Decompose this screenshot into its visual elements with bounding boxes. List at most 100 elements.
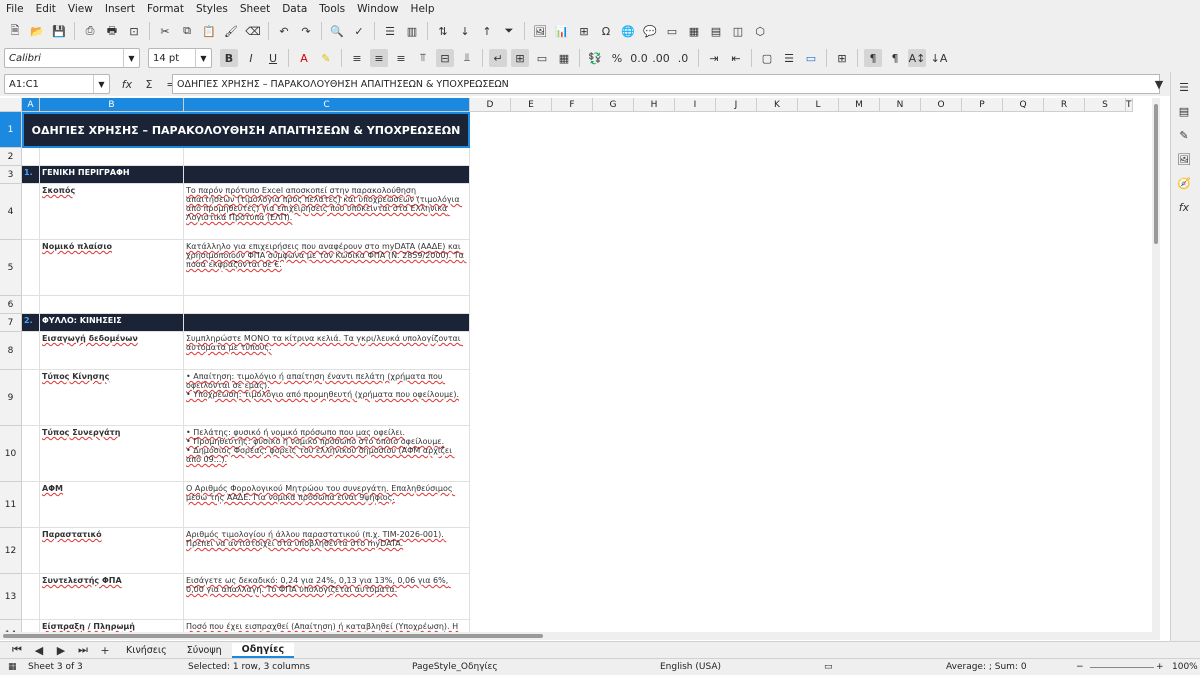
cut-icon[interactable]: ✂ (156, 22, 174, 40)
row-header[interactable]: 8 (0, 332, 22, 370)
menu-item[interactable]: View (68, 3, 93, 15)
row-header[interactable]: 10 (0, 426, 22, 482)
currency-icon[interactable]: 💱 (586, 49, 604, 67)
column-header[interactable]: A (22, 98, 40, 112)
indent-increase-icon[interactable]: ⇥ (705, 49, 723, 67)
add-sheet-icon[interactable]: + (96, 641, 114, 659)
cell-a[interactable] (22, 574, 40, 620)
cell-a[interactable] (22, 296, 40, 314)
menu-item[interactable]: Format (147, 3, 184, 15)
save-icon[interactable]: 💾 (50, 22, 68, 40)
cell-c[interactable]: Ο Αριθμός Φορολογικού Μητρώου του συνεργ… (184, 482, 470, 528)
cell-b[interactable] (40, 148, 184, 166)
cell-c[interactable] (184, 296, 470, 314)
add-decimal-icon[interactable]: .00 (652, 49, 670, 67)
column-header[interactable]: E (511, 98, 552, 112)
cell-b[interactable]: Σκοπός (40, 184, 184, 240)
redo-icon[interactable]: ↷ (297, 22, 315, 40)
column-header[interactable]: P (962, 98, 1003, 112)
cell-c[interactable]: Συμπληρώστε ΜΟΝΟ τα κίτρινα κελιά. Τα γκ… (184, 332, 470, 370)
cell-b[interactable]: ΑΦΜ (40, 482, 184, 528)
font-name-combo[interactable]: Calibri ▼ (4, 48, 140, 68)
row-header[interactable]: 7 (0, 314, 22, 332)
underline-icon[interactable]: U (264, 49, 282, 67)
row-header[interactable]: 2 (0, 148, 22, 166)
row-header[interactable]: 11 (0, 482, 22, 528)
split-icon[interactable]: ◫ (729, 22, 747, 40)
merge-center-icon[interactable]: ⊞ (511, 49, 529, 67)
cell-b[interactable] (40, 296, 184, 314)
menu-item[interactable]: Edit (36, 3, 56, 15)
row-icon[interactable]: ☰ (381, 22, 399, 40)
page-style[interactable]: PageStyle_Οδηγίες (412, 662, 498, 672)
zoom-in-icon[interactable]: + (1156, 662, 1164, 672)
highlight-icon[interactable]: ✎ (317, 49, 335, 67)
row-header[interactable]: 4 (0, 184, 22, 240)
cell-a[interactable] (22, 528, 40, 574)
align-left-icon[interactable]: ≡ (348, 49, 366, 67)
delete-decimal-icon[interactable]: .0 (674, 49, 692, 67)
cell-a[interactable] (22, 482, 40, 528)
image-icon[interactable]: 🖼 (531, 22, 549, 40)
column-header[interactable]: S (1085, 98, 1126, 112)
tab-synopsi[interactable]: Σύνοψη (177, 643, 232, 658)
column-header[interactable]: T (1126, 98, 1133, 112)
font-color-icon[interactable]: A (295, 49, 313, 67)
row-header[interactable]: 13 (0, 574, 22, 620)
cell-c[interactable]: Αριθμός τιμολογίου ή άλλου παραστατικού … (184, 528, 470, 574)
column-header[interactable]: I (675, 98, 716, 112)
cell-c[interactable]: Εισάγετε ως δεκαδικό: 0,24 για 24%, 0,13… (184, 574, 470, 620)
tab-odigies[interactable]: Οδηγίες (231, 642, 295, 658)
ltr-icon[interactable]: ¶ (864, 49, 882, 67)
functions-icon[interactable]: fx (1175, 198, 1193, 216)
cell-a[interactable] (22, 620, 40, 632)
styles-icon[interactable]: ✎ (1175, 126, 1193, 144)
column-header[interactable]: Q (1003, 98, 1044, 112)
column-header[interactable]: C (184, 98, 470, 112)
column-header[interactable]: F (552, 98, 593, 112)
cell-b[interactable]: Νομικό πλαίσιο (40, 240, 184, 296)
navigator-icon[interactable]: 🧭 (1175, 174, 1193, 192)
cell-b[interactable]: Εισαγωγή δεδομένων (40, 332, 184, 370)
column-header[interactable]: J (716, 98, 757, 112)
align-center-icon[interactable]: ≡ (370, 49, 388, 67)
show-draw-icon[interactable]: ⬡ (751, 22, 769, 40)
define-print-area-icon[interactable]: ▦ (685, 22, 703, 40)
spelling-icon[interactable]: ✓ (350, 22, 368, 40)
find-icon[interactable]: 🔍 (328, 22, 346, 40)
paste-icon[interactable]: 📋 (200, 22, 218, 40)
cell-b[interactable]: Παραστατικό (40, 528, 184, 574)
name-box[interactable]: A1:C1 ▼ (4, 74, 110, 94)
zoom-out-icon[interactable]: − (1076, 662, 1084, 672)
cell-c[interactable]: Ποσό που έχει εισπραχθεί (Απαίτηση) ή κα… (184, 620, 470, 632)
export-pdf-icon[interactable]: ⎙ (81, 22, 99, 40)
new-icon[interactable]: 🗎 (6, 22, 24, 40)
menu-item[interactable]: Sheet (240, 3, 270, 15)
open-icon[interactable]: 📂 (28, 22, 46, 40)
cell-c[interactable]: Κατάλληλο για επιχειρήσεις που αναφέρουν… (184, 240, 470, 296)
column-header[interactable]: R (1044, 98, 1085, 112)
italic-icon[interactable]: I (242, 49, 260, 67)
row-header[interactable]: 14 (0, 620, 22, 632)
chevron-down-icon[interactable]: ▼ (195, 49, 211, 67)
cell-b[interactable]: Είσπραξη / Πληρωμή (40, 620, 184, 632)
vertical-scrollbar[interactable] (1152, 98, 1160, 634)
sum-icon[interactable]: Σ (140, 75, 158, 93)
next-sheet-icon[interactable]: ▶ (52, 641, 70, 659)
text-vertical-icon[interactable]: A↕ (908, 49, 926, 67)
cell-c[interactable]: Το παρόν πρότυπο Excel αποσκοπεί στην πα… (184, 184, 470, 240)
prev-sheet-icon[interactable]: ◀ (30, 641, 48, 659)
border-style-icon[interactable]: ☰ (780, 49, 798, 67)
pivot-icon[interactable]: ⊞ (575, 22, 593, 40)
clone-icon[interactable]: 🖌 (222, 22, 240, 40)
sort-desc-icon[interactable]: ↑ (478, 22, 496, 40)
column-header[interactable]: M (839, 98, 880, 112)
menu-item[interactable]: Help (411, 3, 435, 15)
border-color-icon[interactable]: ▭ (802, 49, 820, 67)
print-preview-icon[interactable]: ⊡ (125, 22, 143, 40)
last-sheet-icon[interactable]: ⏭ (74, 641, 92, 659)
cell-a[interactable]: 2. (22, 314, 40, 332)
menu-item[interactable]: File (6, 3, 24, 15)
chevron-down-icon[interactable]: ▼ (123, 49, 139, 67)
sort-icon[interactable]: ⇅ (434, 22, 452, 40)
